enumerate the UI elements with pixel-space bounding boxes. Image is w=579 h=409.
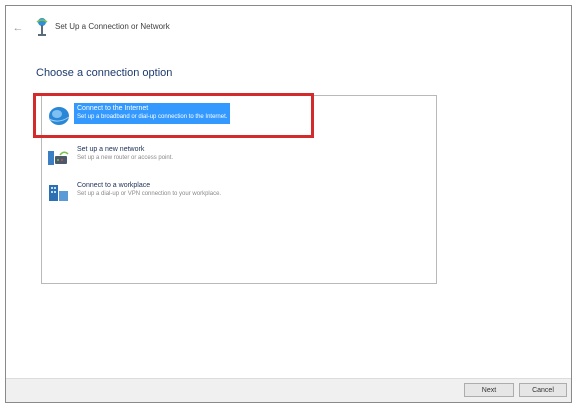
back-arrow-icon[interactable]: ← [12, 22, 24, 34]
router-icon [48, 151, 69, 165]
page-heading: Choose a connection option [36, 67, 173, 79]
wizard-window: ← Set Up a Connection or Network Choose … [5, 5, 572, 403]
window-title: Set Up a Connection or Network [55, 22, 170, 31]
option-connect-workplace[interactable]: Connect to a workplace Set up a dial-up … [46, 180, 430, 208]
connection-options-list: Connect to the Internet Set up a broadba… [41, 95, 437, 284]
option-label: Connect to a workplace Set up a dial-up … [74, 180, 224, 201]
network-wizard-icon [36, 18, 48, 36]
cancel-button[interactable]: Cancel [519, 383, 567, 397]
option-title: Connect to the Internet [77, 105, 149, 112]
option-title: Connect to a workplace [77, 182, 151, 189]
button-bar: Next Cancel [6, 378, 571, 402]
option-description: Set up a new router or access point. [77, 155, 174, 161]
option-label: Connect to the Internet Set up a broadba… [74, 103, 231, 124]
option-new-network[interactable]: Set up a new network Set up a new router… [46, 144, 430, 172]
globe-icon [48, 107, 70, 125]
option-title: Set up a new network [77, 146, 145, 153]
option-description: Set up a broadband or dial-up connection… [77, 114, 228, 120]
option-connect-internet[interactable]: Connect to the Internet Set up a broadba… [46, 103, 430, 131]
option-label: Set up a new network Set up a new router… [74, 144, 176, 165]
workplace-icon [49, 185, 68, 201]
next-button[interactable]: Next [464, 383, 514, 397]
title-bar: ← Set Up a Connection or Network [6, 6, 571, 48]
option-description: Set up a dial-up or VPN connection to yo… [77, 191, 222, 197]
